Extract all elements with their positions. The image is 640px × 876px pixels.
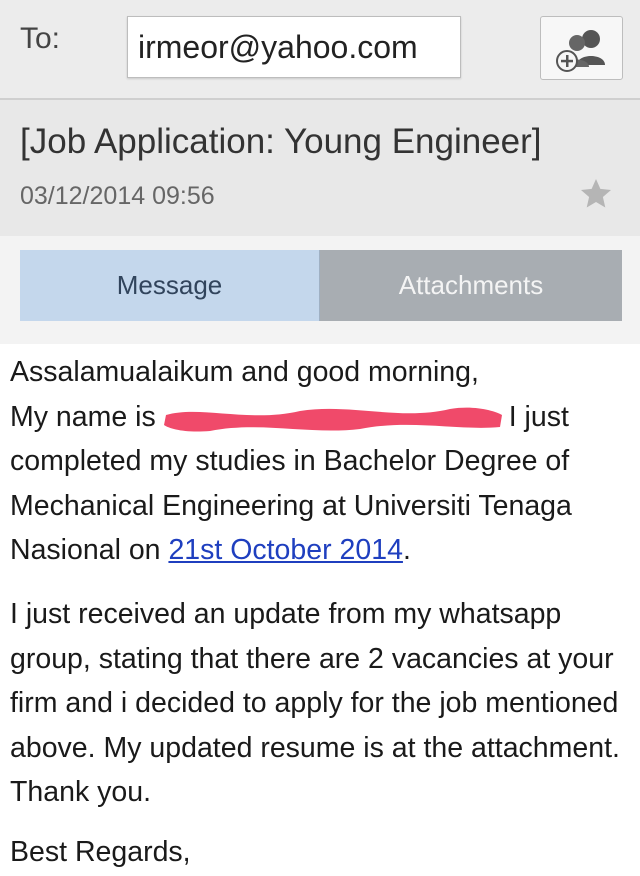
add-contact-icon	[556, 30, 605, 72]
recipient-row: To: irmeor@yahoo.com	[0, 0, 640, 100]
date-link[interactable]: 21st October 2014	[168, 534, 403, 566]
paragraph-intro-end: .	[402, 534, 411, 566]
email-date: 03/12/2014	[20, 182, 146, 210]
email-subject: [Job Application: Young Engineer]	[20, 122, 542, 161]
name-suffix: I just	[508, 400, 569, 433]
closing: Best Regards,	[10, 836, 191, 868]
tab-message[interactable]: Message	[20, 250, 320, 321]
greeting: Assalamualaikum and good morning,	[10, 356, 479, 388]
name-prefix: My name is	[10, 400, 156, 433]
paragraph-body: I just received an update from my whatsa…	[10, 598, 620, 808]
email-header: To: irmeor@yahoo.com [Job Application: Y…	[0, 0, 640, 236]
to-label: To:	[20, 22, 61, 55]
message-tabs: Message Attachments	[20, 250, 622, 321]
star-icon[interactable]	[578, 176, 614, 212]
paragraph-intro: Assalamualaikum and good morning, My nam…	[10, 350, 632, 573]
email-time: 09:56	[152, 182, 215, 210]
recipient-field[interactable]: irmeor@yahoo.com	[127, 16, 461, 78]
email-timestamp: 03/12/2014 09:56	[20, 182, 215, 211]
tab-attachments[interactable]: Attachments	[320, 250, 622, 321]
redacted-name	[160, 401, 505, 435]
add-contact-button[interactable]	[540, 16, 623, 80]
message-body: Assalamualaikum and good morning, My nam…	[0, 344, 640, 876]
